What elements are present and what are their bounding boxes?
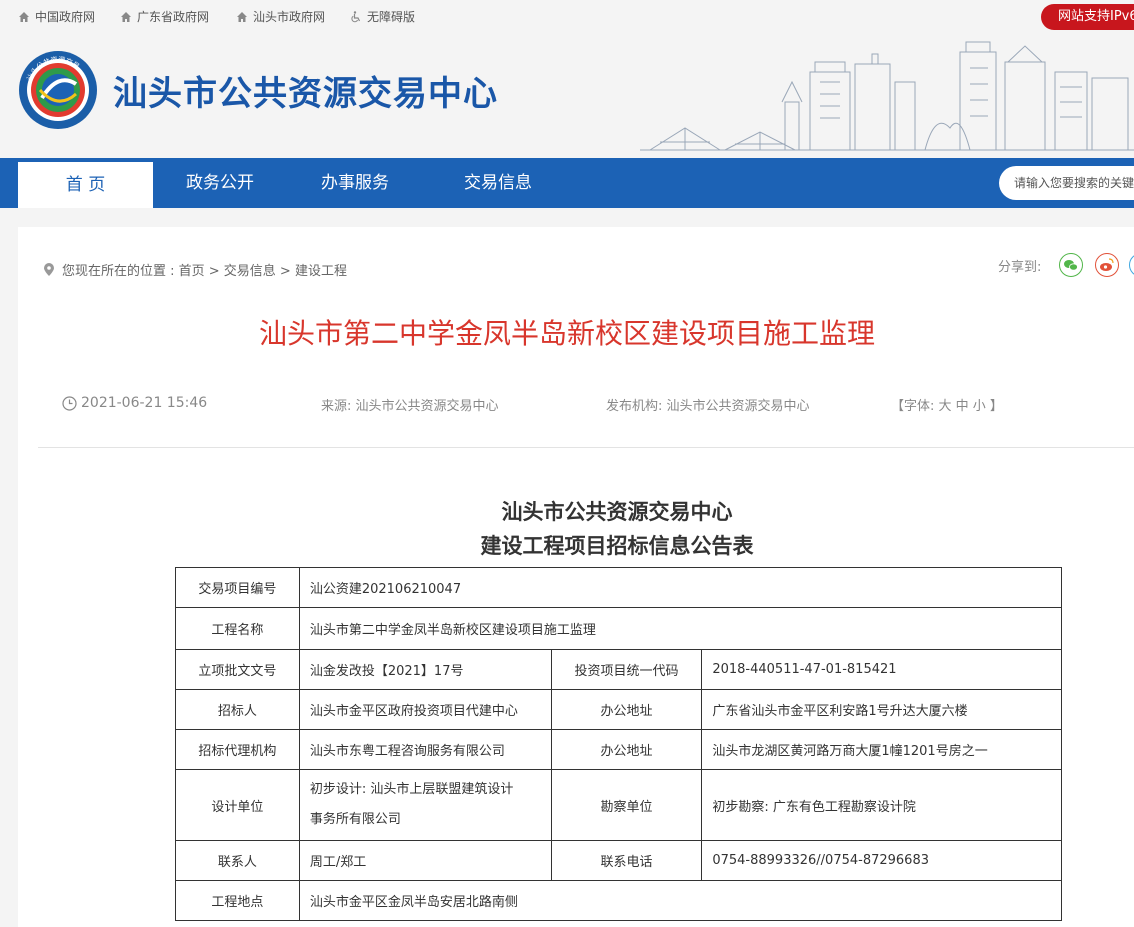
ipv6-badge: 网站支持IPv6 (1041, 4, 1134, 30)
table-value: 汕头市第二中学金凤半岛新校区建设项目施工监理 (298, 607, 1063, 650)
home-icon (121, 11, 131, 22)
wechat-icon[interactable] (1059, 253, 1083, 277)
table-label: 交易项目编号 (175, 567, 300, 608)
table-label: 立项批文文号 (175, 649, 300, 690)
table-row: 设计单位 初步设计: 汕头市上层联盟建筑设计 事务所有限公司 勘察单位 初步勘察… (175, 769, 1062, 841)
table-value: 周工/郑工 (298, 840, 552, 881)
nav-services[interactable]: 办事服务 (305, 158, 405, 208)
design-line-2: 事务所有限公司 (309, 812, 401, 827)
notice-heading-org: 汕头市公共资源交易中心 (501, 500, 733, 524)
table-label: 联系电话 (550, 840, 703, 881)
table-label: 工程地点 (175, 880, 300, 921)
site-logo[interactable]: 汕头公共资源交易 (18, 50, 98, 130)
table-label: 工程名称 (175, 607, 300, 650)
nav-trade-info[interactable]: 交易信息 (448, 158, 548, 208)
link-accessibility[interactable]: 无障碍版 (350, 8, 415, 25)
nav-home[interactable]: 首 页 (18, 162, 153, 208)
design-line-1: 初步设计: 汕头市上层联盟建筑设计 (309, 782, 514, 797)
breadcrumb-text[interactable]: 您现在所在的位置 : 首页 > 交易信息 > 建设工程 (62, 260, 347, 279)
table-row: 工程地点 汕头市金平区金凤半岛安居北路南侧 (175, 880, 1063, 921)
table-row: 招标人 汕头市金平区政府投资项目代建中心 办公地址 广东省汕头市金平区利安路1号… (175, 689, 1062, 730)
table-row: 立项批文文号 汕金发改投【2021】17号 投资项目统一代码 2018-4405… (175, 649, 1062, 690)
table-label: 办公地址 (550, 689, 703, 730)
tender-info-table: 交易项目编号 汕公资建202106210047 工程名称 汕头市第二中学金凤半岛… (175, 567, 1063, 921)
table-label: 投资项目统一代码 (550, 649, 703, 690)
city-skyline-illustration (640, 41, 1134, 151)
table-value: 广东省汕头市金平区利安路1号升达大厦六楼 (701, 689, 1062, 730)
wheelchair-icon (351, 10, 361, 22)
share-label: 分享到: (998, 260, 1042, 275)
table-label: 招标代理机构 (175, 729, 300, 770)
clock-icon (62, 395, 77, 411)
article-publisher: 发布机构: 汕头市公共资源交易中心 (606, 399, 810, 414)
top-bar: 中国政府网 广东省政府网 汕头市政府网 无障碍版 网站支持IPv6 (0, 0, 1134, 32)
table-value: 汕头市金平区政府投资项目代建中心 (298, 689, 552, 730)
breadcrumb: 您现在所在的位置 : 首页 > 交易信息 > 建设工程 (44, 260, 347, 279)
home-icon (19, 11, 29, 22)
location-pin-icon (44, 263, 54, 276)
table-value: 汕金发改投【2021】17号 (298, 649, 552, 690)
home-icon (237, 11, 247, 22)
table-row: 工程名称 汕头市第二中学金凤半岛新校区建设项目施工监理 (175, 607, 1063, 650)
table-row: 交易项目编号 汕公资建202106210047 (175, 567, 1063, 608)
table-value: 汕头市金平区金凤半岛安居北路南侧 (298, 880, 1063, 921)
nav-gov-affairs[interactable]: 政务公开 (170, 158, 270, 208)
table-value: 2018-440511-47-01-815421 (701, 649, 1062, 690)
table-row: 招标代理机构 汕头市东粤工程咨询服务有限公司 办公地址 汕头市龙湖区黄河路万商大… (175, 729, 1062, 770)
font-size-control[interactable]: 【字体: 大 中 小 】 (891, 395, 1003, 414)
table-value: 初步设计: 汕头市上层联盟建筑设计 事务所有限公司 (298, 769, 552, 841)
table-value: 汕头市龙湖区黄河路万商大厦1幢1201号房之一 (701, 729, 1062, 770)
link-st-gov[interactable]: 汕头市政府网 (236, 8, 325, 25)
publish-date: 2021-06-21 15:46 (62, 395, 207, 411)
table-label: 设计单位 (175, 769, 300, 841)
article-title: 汕头市第二中学金凤半岛新校区建设项目施工监理 (258, 317, 875, 350)
table-row: 联系人 周工/郑工 联系电话 0754-88993326//0754-87296… (175, 840, 1062, 881)
weibo-icon[interactable] (1095, 253, 1119, 277)
site-header: 汕头公共资源交易 汕头市公共资源交易中心 (0, 32, 1134, 158)
table-label: 招标人 (175, 689, 300, 730)
main-nav: 首 页 政务公开 办事服务 交易信息 请输入您要搜索的关键词 (0, 158, 1134, 208)
divider (38, 447, 1134, 448)
table-label: 勘察单位 (550, 769, 703, 841)
table-value: 汕公资建202106210047 (298, 567, 1063, 608)
link-gd-gov[interactable]: 广东省政府网 (120, 8, 209, 25)
table-value: 汕头市东粤工程咨询服务有限公司 (298, 729, 552, 770)
site-name: 汕头市公共资源交易中心 (113, 74, 498, 114)
article-source: 来源: 汕头市公共资源交易中心 (321, 399, 499, 414)
notice-heading-title: 建设工程项目招标信息公告表 (480, 534, 754, 558)
search-input[interactable]: 请输入您要搜索的关键词 (999, 166, 1134, 200)
table-label: 联系人 (175, 840, 300, 881)
table-label: 办公地址 (550, 729, 703, 770)
table-value: 初步勘察: 广东有色工程勘察设计院 (701, 769, 1062, 841)
table-value: 0754-88993326//0754-87296683 (701, 840, 1062, 881)
link-gov-cn[interactable]: 中国政府网 (18, 8, 95, 25)
